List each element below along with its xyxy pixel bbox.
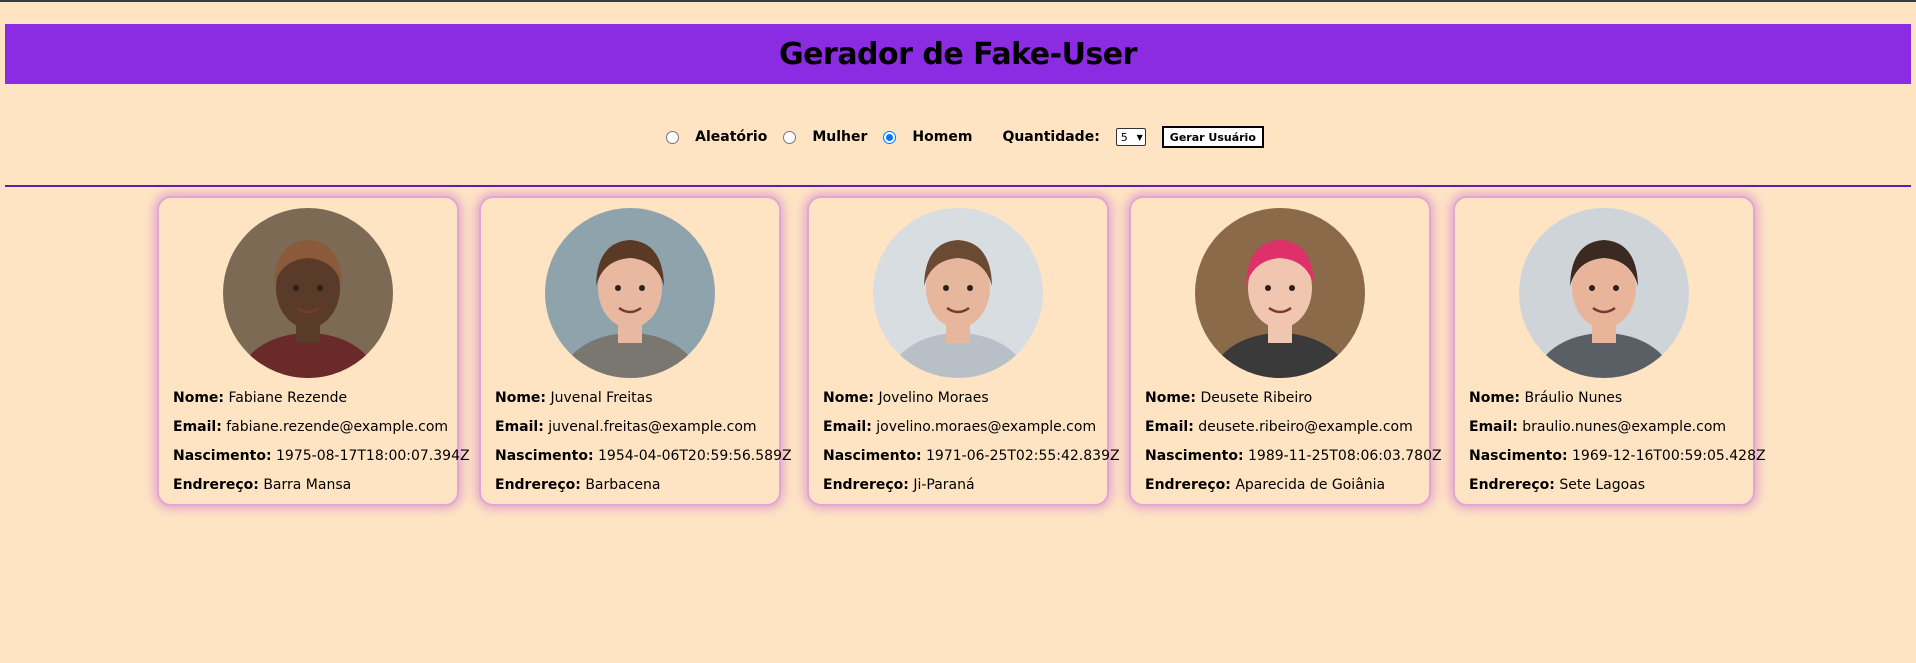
generator-controls: Aleatório Mulher Homem Quantidade: 5 ▼ G… [0,124,1916,150]
address-label: Endrereço: [1469,477,1555,493]
user-address: Aparecida de Goiânia [1235,477,1386,493]
name-label: Nome: [1145,390,1197,406]
user-avatar [1519,208,1689,378]
email-label: Email: [1469,419,1518,435]
user-address: Ji-Paraná [913,477,975,493]
address-label: Endrereço: [173,477,259,493]
radio-aleatorio[interactable] [666,130,680,144]
divider [5,185,1911,187]
user-card: Nome: Juvenal Freitas Email: juvenal.fre… [479,196,792,506]
name-label: Nome: [1469,390,1521,406]
user-name: Juvenal Freitas [550,390,653,406]
user-photo [873,208,1043,378]
user-photo [1519,208,1689,378]
user-card: Nome: Bráulio Nunes Email: braulio.nunes… [1453,196,1766,506]
user-birth: 1971-06-25T02:55:42.839Z [926,448,1120,464]
user-name: Fabiane Rezende [228,390,348,406]
user-name: Jovelino Moraes [878,390,989,406]
user-address: Barbacena [585,477,661,493]
user-photo [223,208,393,378]
birth-label: Nascimento: [173,448,272,464]
name-label: Nome: [823,390,875,406]
user-birth: 1975-08-17T18:00:07.394Z [276,448,470,464]
birth-label: Nascimento: [1469,448,1568,464]
user-card: Nome: Deusete Ribeiro Email: deusete.rib… [1129,196,1442,506]
birth-label: Nascimento: [823,448,922,464]
radio-homem[interactable] [883,130,897,144]
user-address: Barra Mansa [263,477,352,493]
address-label: Endrereço: [1145,477,1231,493]
radio-mulher[interactable] [783,130,797,144]
page-header: Gerador de Fake-User [5,24,1911,84]
email-label: Email: [173,419,222,435]
user-email: jovelino.moraes@example.com [876,419,1097,435]
user-avatar [545,208,715,378]
email-label: Email: [495,419,544,435]
user-address: Sete Lagoas [1559,477,1646,493]
quantity-select[interactable]: 5 ▼ [1115,128,1146,146]
user-card: Nome: Jovelino Moraes Email: jovelino.mo… [807,196,1120,506]
user-name: Bráulio Nunes [1524,390,1623,406]
page-title: Gerador de Fake-User [779,36,1137,72]
email-label: Email: [1145,419,1194,435]
quantity-label: Quantidade: [1002,129,1100,145]
address-label: Endrereço: [823,477,909,493]
user-email: deusete.ribeiro@example.com [1198,419,1413,435]
user-avatar [873,208,1043,378]
birth-label: Nascimento: [1145,448,1244,464]
generate-user-button[interactable]: Gerar Usuário [1161,126,1264,148]
user-avatar [1195,208,1365,378]
user-name: Deusete Ribeiro [1200,390,1313,406]
user-birth: 1989-11-25T08:06:03.780Z [1248,448,1442,464]
radio-aleatorio-label: Aleatório [695,129,768,145]
user-email: fabiane.rezende@example.com [226,419,449,435]
name-label: Nome: [173,390,225,406]
address-label: Endrereço: [495,477,581,493]
email-label: Email: [823,419,872,435]
user-email: braulio.nunes@example.com [1522,419,1727,435]
birth-label: Nascimento: [495,448,594,464]
user-email: juvenal.freitas@example.com [548,419,757,435]
user-cards: Nome: Fabiane Rezende Email: fabiane.rez… [0,196,1916,508]
user-birth: 1969-12-16T00:59:05.428Z [1572,448,1766,464]
radio-mulher-label: Mulher [812,129,868,145]
user-photo [545,208,715,378]
user-avatar [223,208,393,378]
chevron-down-icon: ▼ [1136,132,1143,142]
name-label: Nome: [495,390,547,406]
user-photo [1195,208,1365,378]
user-birth: 1954-04-06T20:59:56.589Z [598,448,792,464]
quantity-select-value: 5 [1120,130,1128,144]
radio-homem-label: Homem [912,129,973,145]
user-card: Nome: Fabiane Rezende Email: fabiane.rez… [157,196,470,506]
